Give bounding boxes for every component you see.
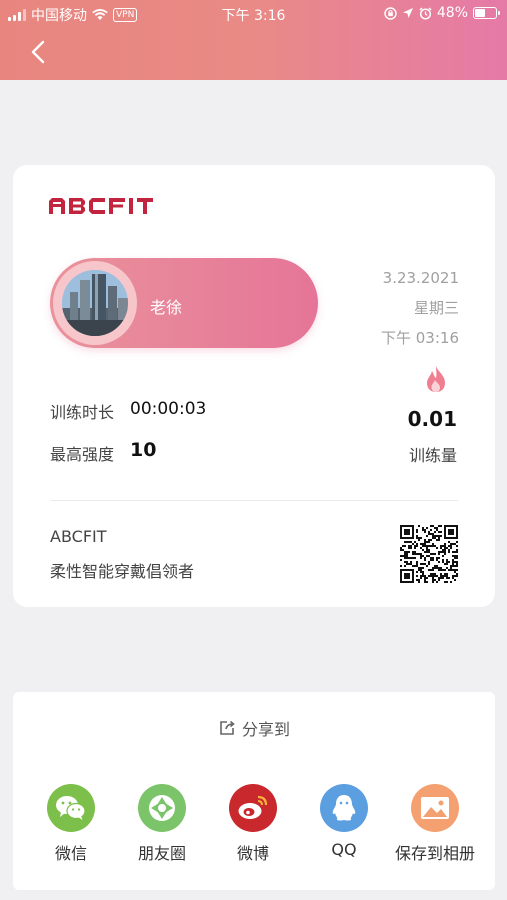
avatar-cityscape-image (62, 270, 128, 336)
user-name: 老徐 (150, 298, 183, 317)
training-load-label: 训练量 (408, 446, 457, 465)
wechat-icon (47, 784, 95, 832)
location-icon (402, 8, 413, 18)
avatar-ring (53, 261, 137, 345)
qr-finder (400, 569, 414, 583)
intensity-value: 10 (130, 439, 157, 461)
flame-icon (427, 366, 445, 392)
intensity-label: 最高强度 (50, 445, 115, 464)
album-icon (411, 784, 459, 832)
date-block: 3.23.2021 星期三 下午 03:16 (381, 263, 459, 353)
workout-card: 老徐 3.23.2021 星期三 下午 03:16 训练时长 00:00:03 … (13, 165, 495, 607)
qr-finder (444, 525, 458, 539)
battery-percent: 48% (436, 5, 468, 21)
workout-time: 下午 03:16 (381, 329, 459, 347)
save-to-album-label: 保存到相册 (394, 844, 475, 863)
share-wechat-button[interactable]: 微信 (26, 784, 116, 864)
share-weibo-button[interactable]: 微博 (208, 784, 298, 864)
abcfit-logo (49, 198, 153, 214)
share-panel: 分享到 微信 朋友圈 微博 QQ 保存到相册 (13, 692, 495, 890)
card-divider (50, 500, 458, 501)
rotation-lock-icon (384, 6, 397, 20)
back-chevron-icon[interactable] (26, 38, 50, 66)
qr-finder (400, 525, 414, 539)
share-moments-label: 朋友圈 (137, 844, 186, 863)
header-bar: 中国移动 VPN 下午 3:16 48% (0, 0, 507, 80)
avatar (62, 270, 128, 336)
user-pill: 老徐 (50, 258, 318, 348)
share-title-label: 分享到 (241, 720, 290, 739)
battery-fill (475, 9, 485, 17)
brand-name: ABCFIT (50, 527, 107, 546)
brand-slogan: 柔性智能穿戴倡领者 (50, 562, 195, 581)
workout-date: 3.23.2021 (382, 269, 459, 287)
qq-icon (320, 784, 368, 832)
save-to-album-button[interactable]: 保存到相册 (390, 784, 480, 864)
share-icon (220, 720, 235, 735)
battery-icon (473, 7, 500, 19)
share-qq-button[interactable]: QQ (299, 784, 389, 859)
qr-code (400, 525, 458, 583)
share-moments-button[interactable]: 朋友圈 (117, 784, 207, 864)
duration-value: 00:00:03 (130, 399, 207, 419)
duration-label: 训练时长 (50, 403, 115, 422)
status-bar: 中国移动 VPN 下午 3:16 48% (0, 0, 507, 28)
share-wechat-label: 微信 (54, 844, 87, 863)
status-right: 48% (384, 5, 500, 21)
moments-icon (138, 784, 186, 832)
training-load-value: 0.01 (407, 407, 457, 431)
alarm-icon (419, 6, 432, 20)
share-weibo-label: 微博 (236, 844, 269, 863)
workout-weekday: 星期三 (413, 299, 459, 317)
share-title: 分享到 (13, 716, 495, 740)
share-qq-label: QQ (331, 840, 357, 859)
weibo-icon (229, 784, 277, 832)
